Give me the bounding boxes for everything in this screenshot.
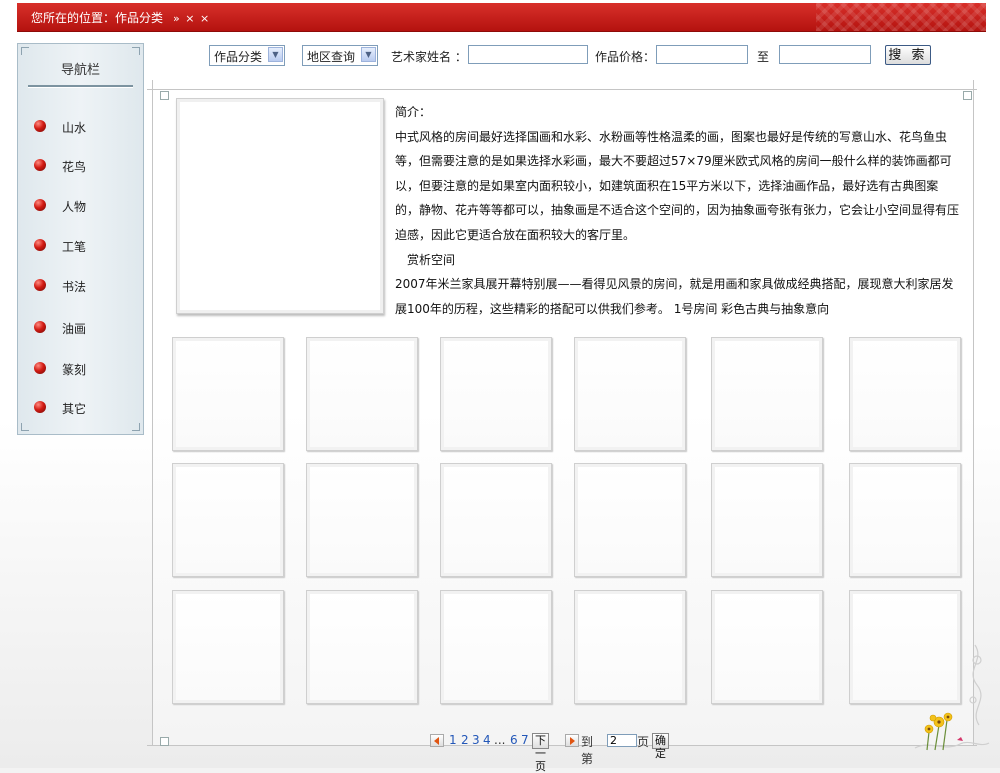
flower-decoration <box>914 644 990 751</box>
sidebar-item-label: 其它 <box>62 402 87 416</box>
artwork-thumbnail[interactable] <box>711 463 823 577</box>
price-to-label: 至 <box>757 50 770 64</box>
sidebar-item-zhuanke[interactable]: 篆刻 <box>32 359 132 379</box>
region-select-value: 地区查询 <box>307 50 356 64</box>
page-link-1[interactable]: 1 <box>449 733 457 747</box>
next-page-label: 下一页 <box>535 734 546 773</box>
sidebar-item-gongbi[interactable]: 工笔 <box>32 236 132 256</box>
artwork-thumbnail[interactable] <box>849 463 961 577</box>
corner-ornament <box>160 91 169 100</box>
goto-page-input[interactable] <box>607 734 637 747</box>
intro-heading: 简介： <box>395 105 432 119</box>
red-bead-icon <box>34 120 46 132</box>
page-ellipsis: ... <box>494 733 506 747</box>
sidebar-item-youhua[interactable]: 油画 <box>32 318 132 338</box>
sidebar-item-label: 山水 <box>62 121 87 135</box>
page-link-2[interactable]: 2 <box>461 733 469 747</box>
artwork-thumbnail[interactable] <box>172 337 284 451</box>
breadcrumb-suffix: » × × <box>173 12 211 25</box>
artwork-thumbnail[interactable] <box>306 337 418 451</box>
intro-subheading: 赏析空间 <box>395 252 456 267</box>
sidebar-item-qita[interactable]: 其它 <box>32 398 132 418</box>
page-link-3[interactable]: 3 <box>472 733 480 747</box>
corner-ornament <box>132 47 140 55</box>
red-bead-icon <box>34 362 46 374</box>
sidebar-item-shufa[interactable]: 书法 <box>32 276 132 296</box>
banner-pattern <box>816 3 986 31</box>
confirm-button[interactable]: 确定 <box>652 733 669 760</box>
sidebar-divider <box>28 85 133 88</box>
sidebar-title: 导航栏 <box>60 63 100 78</box>
intro-paragraph: 2007年米兰家具展开幕特别展——看得见风景的房间，就是用画和家具做成经典搭配，… <box>395 277 954 316</box>
page-unit-label: 页 <box>637 735 650 749</box>
panel-top-rule <box>147 89 977 90</box>
price-min-input[interactable] <box>656 45 748 64</box>
artwork-thumbnail[interactable] <box>849 337 961 451</box>
sidebar-item-label: 花鸟 <box>62 160 87 174</box>
goto-label: 到第 <box>581 735 594 766</box>
artwork-thumbnail[interactable] <box>172 590 284 704</box>
artwork-thumbnail[interactable] <box>306 463 418 577</box>
next-page-button[interactable]: 下一页 <box>532 733 549 773</box>
page-link-6[interactable]: 6 <box>510 733 518 747</box>
corner-ornament <box>160 737 169 746</box>
red-bead-icon <box>34 401 46 413</box>
intro-text: 简介： 中式风格的房间最好选择国画和水彩、水粉画等性格温柔的画，图案也最好是传统… <box>395 100 960 321</box>
category-select[interactable]: 作品分类 ▼ <box>209 45 285 66</box>
corner-ornament <box>963 91 972 100</box>
breadcrumb-current[interactable]: 作品分类 <box>115 11 163 25</box>
prev-arrow-icon[interactable] <box>430 734 444 747</box>
intro-paragraph: 中式风格的房间最好选择国画和水彩、水粉画等性格温柔的画，图案也最好是传统的写意山… <box>395 129 960 242</box>
red-bead-icon <box>34 239 46 251</box>
breadcrumb: 您所在的位置：作品分类 » × × <box>31 9 210 26</box>
sidebar-item-renwu[interactable]: 人物 <box>32 196 132 216</box>
location-banner: 您所在的位置：作品分类 » × × <box>17 3 986 32</box>
artwork-thumbnail[interactable] <box>440 337 552 451</box>
next-arrow-icon[interactable] <box>565 734 579 747</box>
artwork-thumbnail[interactable] <box>574 463 686 577</box>
sidebar-item-label: 油画 <box>62 322 87 336</box>
category-select-value: 作品分类 <box>214 50 263 64</box>
sidebar-item-huaniao[interactable]: 花鸟 <box>32 156 132 176</box>
sidebar: 导航栏 山水 花鸟 人物 工笔 书法 油画 篆刻 其它 <box>17 43 144 435</box>
price-label: 作品价格： <box>595 50 656 64</box>
artist-name-input[interactable] <box>468 45 588 64</box>
corner-ornament <box>21 423 29 431</box>
sidebar-item-label: 书法 <box>62 280 87 294</box>
artwork-thumbnail[interactable] <box>440 463 552 577</box>
artist-name-label: 艺术家姓名 ： <box>391 50 467 64</box>
sidebar-item-shanshui[interactable]: 山水 <box>32 117 132 137</box>
corner-ornament <box>132 423 140 431</box>
artwork-thumbnail[interactable] <box>574 590 686 704</box>
artwork-thumbnail[interactable] <box>711 337 823 451</box>
page-link-4[interactable]: 4 <box>483 733 491 747</box>
dropdown-arrow-icon[interactable]: ▼ <box>361 47 376 62</box>
artwork-thumbnail[interactable] <box>574 337 686 451</box>
sidebar-item-label: 人物 <box>62 200 87 214</box>
breadcrumb-prefix: 您所在的位置： <box>31 11 116 25</box>
dropdown-arrow-icon[interactable]: ▼ <box>268 47 283 62</box>
red-bead-icon <box>34 159 46 171</box>
red-bead-icon <box>34 279 46 291</box>
featured-artwork-image[interactable] <box>176 98 384 314</box>
red-bead-icon <box>34 199 46 211</box>
artwork-thumbnail[interactable] <box>711 590 823 704</box>
panel-bottom-rule <box>147 745 977 746</box>
search-button[interactable]: 搜 索 <box>885 45 931 65</box>
artwork-thumbnail[interactable] <box>172 463 284 577</box>
artwork-thumbnail[interactable] <box>306 590 418 704</box>
sidebar-item-label: 工笔 <box>62 240 87 254</box>
page-link-7[interactable]: 7 <box>521 733 529 747</box>
artwork-thumbnail[interactable] <box>440 590 552 704</box>
sidebar-item-label: 篆刻 <box>62 363 87 377</box>
region-select[interactable]: 地区查询 ▼ <box>302 45 378 66</box>
red-bead-icon <box>34 321 46 333</box>
corner-ornament <box>21 47 29 55</box>
price-max-input[interactable] <box>779 45 871 64</box>
